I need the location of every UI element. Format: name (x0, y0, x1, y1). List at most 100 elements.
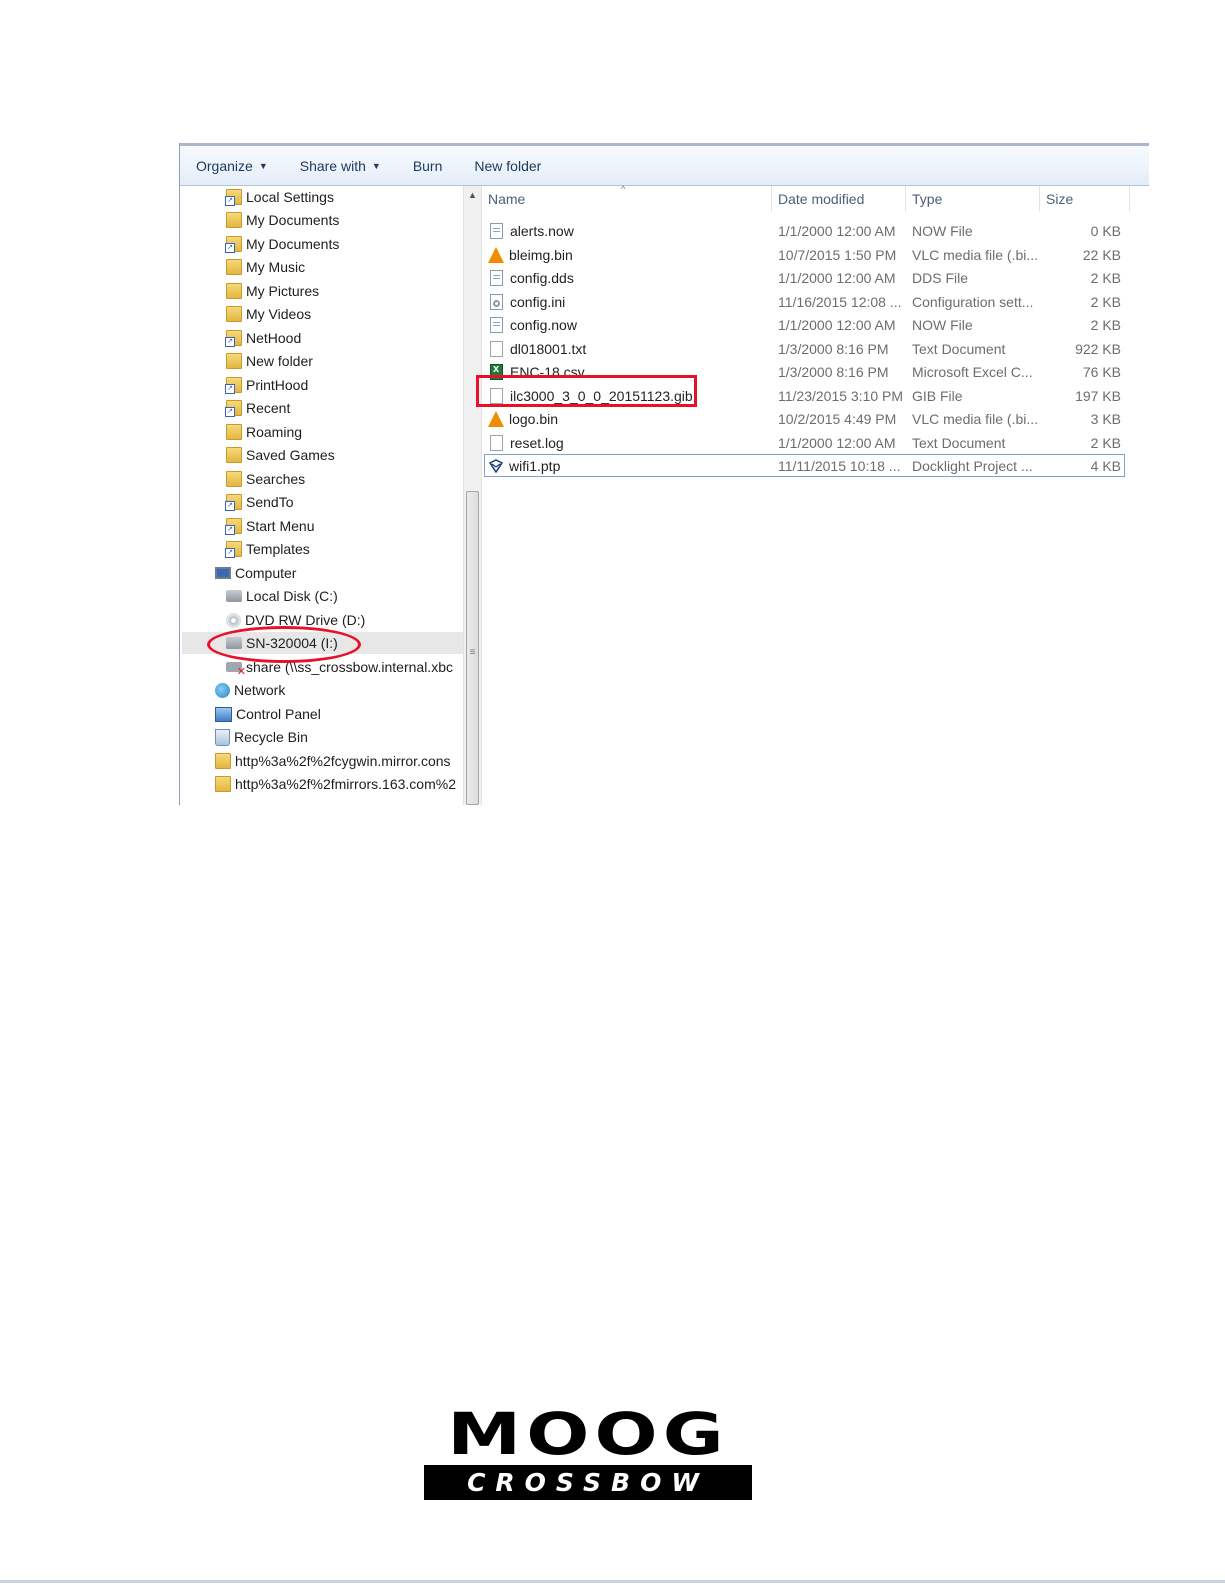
nav-item-saved-games[interactable]: Saved Games (226, 444, 335, 466)
file-row[interactable]: reset.log 1/1/2000 12:00 AM Text Documen… (482, 431, 1149, 454)
nav-item-nethood[interactable]: ↗ NetHood (225, 327, 302, 349)
folder-icon (226, 424, 242, 440)
moog-crossbow-logo: MOOG CROSSBOW (424, 1405, 752, 1500)
scrollbar-thumb[interactable]: ≡ (466, 491, 479, 805)
nav-item-control-panel[interactable]: Control Panel (215, 703, 321, 725)
document-icon (490, 222, 503, 239)
file-name: bleimg.bin (509, 246, 573, 263)
nav-item-my-documents-shortcut[interactable]: ↗ My Documents (225, 233, 340, 255)
nav-item-new-folder[interactable]: New folder (226, 350, 313, 372)
file-name: logo.bin (509, 410, 559, 427)
file-row[interactable]: alerts.now 1/1/2000 12:00 AM NOW File 0 … (482, 219, 1149, 242)
docklight-project-icon (488, 458, 504, 473)
file-name: wifi1.ptp (509, 457, 561, 474)
gib-file-highlight-box (476, 375, 697, 407)
explorer-window: Organize ▼ Share with ▼ Burn New folder … (179, 143, 1149, 805)
nav-item-my-pictures[interactable]: My Pictures (226, 280, 319, 302)
nav-item-sendto[interactable]: ↗ SendTo (225, 491, 293, 513)
new-folder-label: New folder (474, 157, 542, 174)
drive-highlight-ellipse (207, 626, 361, 663)
nav-item-label: DVD RW Drive (D:) (245, 612, 366, 628)
nav-item-templates[interactable]: ↗ Templates (225, 538, 310, 560)
navigation-scrollbar[interactable]: ▲ ≡ (463, 186, 481, 805)
nav-item-searches[interactable]: Searches (226, 468, 305, 490)
nav-item-my-music[interactable]: My Music (226, 256, 305, 278)
column-header-label: Size (1046, 191, 1074, 207)
folder-shortcut-icon: ↗ (225, 236, 242, 253)
burn-button[interactable]: Burn (397, 146, 459, 185)
searches-folder-icon (226, 471, 242, 487)
file-row[interactable]: config.now 1/1/2000 12:00 AM NOW File 2 … (482, 313, 1149, 336)
file-type: NOW File (912, 222, 973, 239)
file-date: 11/11/2015 10:18 ... (778, 457, 901, 474)
nav-item-my-videos[interactable]: My Videos (226, 303, 311, 325)
nav-item-recycle-bin[interactable]: Recycle Bin (215, 726, 308, 748)
nav-item-recent[interactable]: ↗ Recent (225, 397, 290, 419)
file-row[interactable]: logo.bin 10/2/2015 4:49 PM VLC media fil… (482, 407, 1149, 430)
sort-ascending-icon: ^ (621, 184, 626, 194)
file-size: 76 KB (1082, 363, 1121, 380)
nav-item-label: My Documents (246, 212, 340, 228)
share-with-button[interactable]: Share with ▼ (284, 146, 397, 185)
control-panel-icon (215, 706, 232, 722)
file-name: alerts.now (510, 222, 574, 239)
dvd-drive-icon (226, 612, 241, 628)
nav-item-network[interactable]: Network (215, 679, 285, 701)
file-row[interactable]: config.dds 1/1/2000 12:00 AM DDS File 2 … (482, 266, 1149, 289)
file-size: 922 KB (1075, 340, 1121, 357)
file-date: 1/3/2000 8:16 PM (778, 340, 889, 357)
file-type: NOW File (912, 316, 973, 333)
navigation-pane: ↗ Local Settings My Documents ↗ My Docum… (180, 186, 463, 805)
file-name: reset.log (510, 434, 564, 451)
folder-icon (215, 753, 231, 769)
nav-item-cygwin-mirror[interactable]: http%3a%2f%2fcygwin.mirror.cons (215, 750, 451, 772)
file-date: 1/1/2000 12:00 AM (778, 222, 896, 239)
file-date: 1/1/2000 12:00 AM (778, 434, 896, 451)
recent-folder-icon: ↗ (225, 400, 242, 417)
folder-shortcut-icon: ↗ (225, 330, 242, 347)
column-header-name[interactable]: ^ Name (482, 184, 772, 212)
nav-item-local-disk[interactable]: Local Disk (C:) (226, 585, 338, 607)
nav-item-printhood[interactable]: ↗ PrintHood (225, 374, 308, 396)
file-type: Text Document (912, 434, 1006, 451)
logo-wordmark: MOOG (447, 1400, 729, 1468)
nav-item-start-menu[interactable]: ↗ Start Menu (225, 515, 315, 537)
file-row[interactable]: dl018001.txt 1/3/2000 8:16 PM Text Docum… (482, 337, 1149, 360)
nav-item-label: Searches (246, 471, 306, 487)
network-icon (215, 682, 230, 698)
file-size: 2 KB (1090, 269, 1121, 286)
column-header-date-modified[interactable]: Date modified (772, 186, 906, 212)
nav-item-my-documents[interactable]: My Documents (226, 209, 339, 231)
file-size: 2 KB (1090, 434, 1121, 451)
file-row[interactable]: bleimg.bin 10/7/2015 1:50 PM VLC media f… (482, 243, 1149, 266)
nav-item-label: NetHood (246, 330, 302, 346)
music-folder-icon (226, 259, 242, 275)
column-header-type[interactable]: Type (906, 186, 1040, 212)
nav-item-label: http%3a%2f%2fmirrors.163.com%2 (235, 776, 456, 792)
organize-button[interactable]: Organize ▼ (180, 146, 284, 185)
file-type: Microsoft Excel C... (912, 363, 1033, 380)
organize-label: Organize (196, 157, 253, 174)
logo-subbrand: CROSSBOW (467, 1468, 709, 1497)
folder-icon (215, 776, 231, 792)
file-row-focused[interactable]: wifi1.ptp 11/11/2015 10:18 ... Docklight… (484, 454, 1125, 477)
nav-item-label: My Videos (246, 306, 312, 322)
scroll-up-arrow-icon[interactable]: ▲ (464, 190, 481, 200)
nav-item-163-mirror[interactable]: http%3a%2f%2fmirrors.163.com%2 (215, 773, 456, 795)
nav-item-label: Templates (246, 541, 310, 557)
column-header-size[interactable]: Size (1040, 186, 1130, 212)
nav-item-label: Start Menu (246, 518, 315, 534)
folder-shortcut-icon: ↗ (225, 494, 242, 511)
nav-item-label: Saved Games (246, 447, 335, 463)
folder-shortcut-icon: ↗ (225, 541, 242, 558)
new-folder-button[interactable]: New folder (458, 146, 557, 185)
file-size: 4 KB (1090, 457, 1121, 474)
chevron-down-icon: ▼ (258, 160, 268, 171)
recycle-bin-icon (215, 728, 230, 746)
nav-item-roaming[interactable]: Roaming (226, 421, 302, 443)
nav-item-label: My Documents (246, 236, 340, 252)
file-row[interactable]: config.ini 11/16/2015 12:08 ... Configur… (482, 290, 1149, 313)
nav-item-local-settings[interactable]: ↗ Local Settings (225, 186, 334, 208)
nav-item-computer[interactable]: Computer (215, 562, 296, 584)
burn-label: Burn (412, 157, 443, 174)
